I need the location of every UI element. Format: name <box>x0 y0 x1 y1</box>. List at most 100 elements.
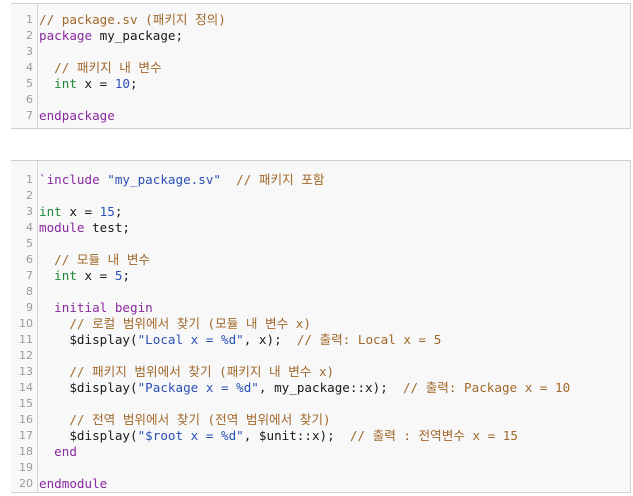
code-lines: 1 `include "my_package.sv" // 패키지 포함 2 3 int… <box>11 172 630 492</box>
code-line: 6 <box>11 92 630 108</box>
code-text: endmodule <box>39 476 107 492</box>
code-line: 10 // 로컬 범위에서 찾기 (모듈 내 변수 x) <box>11 316 630 332</box>
line-number: 6 <box>26 93 33 106</box>
code-token-comment: // 출력 : 전역변수 x = 15 <box>349 428 518 443</box>
line-number: 7 <box>26 109 33 122</box>
code-line: 3 int x = 15; <box>11 204 630 220</box>
code-lines: 1 // package.sv (패키지 정의) 2 package my_packa… <box>11 12 630 124</box>
line-number: 9 <box>26 301 33 314</box>
line-number: 13 <box>19 365 33 378</box>
code-text: // 로컬 범위에서 찾기 (모듈 내 변수 x) <box>39 316 311 332</box>
code-token-keyword: endpackage <box>39 108 115 123</box>
code-token-comment: // 로컬 범위에서 찾기 (모듈 내 변수 x) <box>69 316 311 331</box>
line-number: 2 <box>26 189 33 202</box>
code-text: package my_package; <box>39 28 183 44</box>
code-token-number: 10 <box>114 76 131 91</box>
code-line: 4 module test; <box>11 220 630 236</box>
code-line: 6 // 모듈 내 변수 <box>11 252 630 268</box>
code-token-plain: $display( <box>39 380 138 395</box>
line-number: 5 <box>26 77 33 90</box>
code-token-string: "Local x = %d" <box>137 332 244 347</box>
code-line: 4 // 패키지 내 변수 <box>11 60 630 76</box>
code-token-comment: // 출력: Local x = 5 <box>296 332 442 347</box>
code-token-plain: ; <box>122 268 131 283</box>
code-token-plain: my_package; <box>92 28 184 43</box>
code-line: 19 <box>11 460 630 476</box>
code-token-type: int <box>39 204 62 219</box>
code-line: 7 int x = 5; <box>11 268 630 284</box>
code-line: 17 $display("$root x = %d", $unit::x); /… <box>11 428 630 444</box>
code-token-keyword: begin <box>114 300 153 315</box>
line-number: 6 <box>26 253 33 266</box>
code-token-string: "$root x = %d" <box>137 428 244 443</box>
code-token-type: int <box>54 76 77 91</box>
code-line: 1 `include "my_package.sv" // 패키지 포함 <box>11 172 630 188</box>
line-number: 3 <box>26 45 33 58</box>
code-token-keyword: package <box>39 28 93 43</box>
line-number: 16 <box>19 413 33 426</box>
code-token-plain: x = <box>61 204 100 219</box>
line-number: 17 <box>19 429 33 442</box>
code-line: 12 <box>11 348 630 364</box>
code-token-plain: , $unit::x); <box>243 428 350 443</box>
line-number: 15 <box>19 397 33 410</box>
code-token-keyword: endmodule <box>39 476 108 491</box>
code-line: 9 initial begin <box>11 300 630 316</box>
line-number: 7 <box>26 269 33 282</box>
line-number: 4 <box>26 221 33 234</box>
line-number: 20 <box>19 477 33 490</box>
line-number: 1 <box>26 13 33 26</box>
code-token-comment: // 출력: Package x = 10 <box>402 380 571 395</box>
code-block-module: 1 `include "my_package.sv" // 패키지 포함 2 3 int… <box>11 160 631 493</box>
code-token-string: "my_package.sv" <box>107 172 221 187</box>
code-token-keyword: `include <box>39 172 100 187</box>
code-token-comment: // 패키지 내 변수 <box>54 60 162 75</box>
code-line: 5 <box>11 236 630 252</box>
code-text: end <box>39 444 77 460</box>
code-line: 20 endmodule <box>11 476 630 492</box>
code-line: 14 $display("Package x = %d", my_package… <box>11 380 630 396</box>
code-token-plain: ; <box>114 204 123 219</box>
code-text: int x = 5; <box>39 268 130 284</box>
line-number: 5 <box>26 237 33 250</box>
code-token-string: "Package x = %d" <box>137 380 259 395</box>
code-token-comment: // 전역 범위에서 찾기 (전역 범위에서 찾기) <box>69 412 331 427</box>
code-text: // 전역 범위에서 찾기 (전역 범위에서 찾기) <box>39 412 331 428</box>
code-text: endpackage <box>39 108 115 124</box>
line-number: 12 <box>19 349 33 362</box>
line-number: 1 <box>26 173 33 186</box>
code-line: 16 // 전역 범위에서 찾기 (전역 범위에서 찾기) <box>11 412 630 428</box>
line-number: 10 <box>19 317 33 330</box>
code-text: $display("$root x = %d", $unit::x); // 출… <box>39 428 518 444</box>
code-token-plain: , my_package::x); <box>258 380 403 395</box>
code-token-plain: x = <box>76 268 115 283</box>
code-line: 13 // 패키지 범위에서 찾기 (패키지 내 변수 x) <box>11 364 630 380</box>
code-text: module test; <box>39 220 130 236</box>
code-text: `include "my_package.sv" // 패키지 포함 <box>39 172 324 188</box>
line-number: 2 <box>26 29 33 42</box>
code-token-plain: $display( <box>39 428 138 443</box>
code-line: 15 <box>11 396 630 412</box>
line-number: 19 <box>19 461 33 474</box>
code-token-plain: test; <box>84 220 130 235</box>
code-token-plain: , x); <box>243 332 297 347</box>
line-number: 4 <box>26 61 33 74</box>
code-text: int x = 10; <box>39 76 138 92</box>
code-token-keyword: end <box>54 444 77 459</box>
line-number: 18 <box>19 445 33 458</box>
code-token-plain: $display( <box>39 332 138 347</box>
line-number: 14 <box>19 381 33 394</box>
code-token-plain: ; <box>130 76 138 91</box>
code-line: 2 <box>11 188 630 204</box>
code-line: 2 package my_package; <box>11 28 630 44</box>
code-text: // package.sv (패키지 정의) <box>39 12 226 28</box>
line-number: 11 <box>19 333 33 346</box>
code-text: int x = 15; <box>39 204 122 220</box>
code-line: 18 end <box>11 444 630 460</box>
code-text: $display("Package x = %d", my_package::x… <box>39 380 570 396</box>
